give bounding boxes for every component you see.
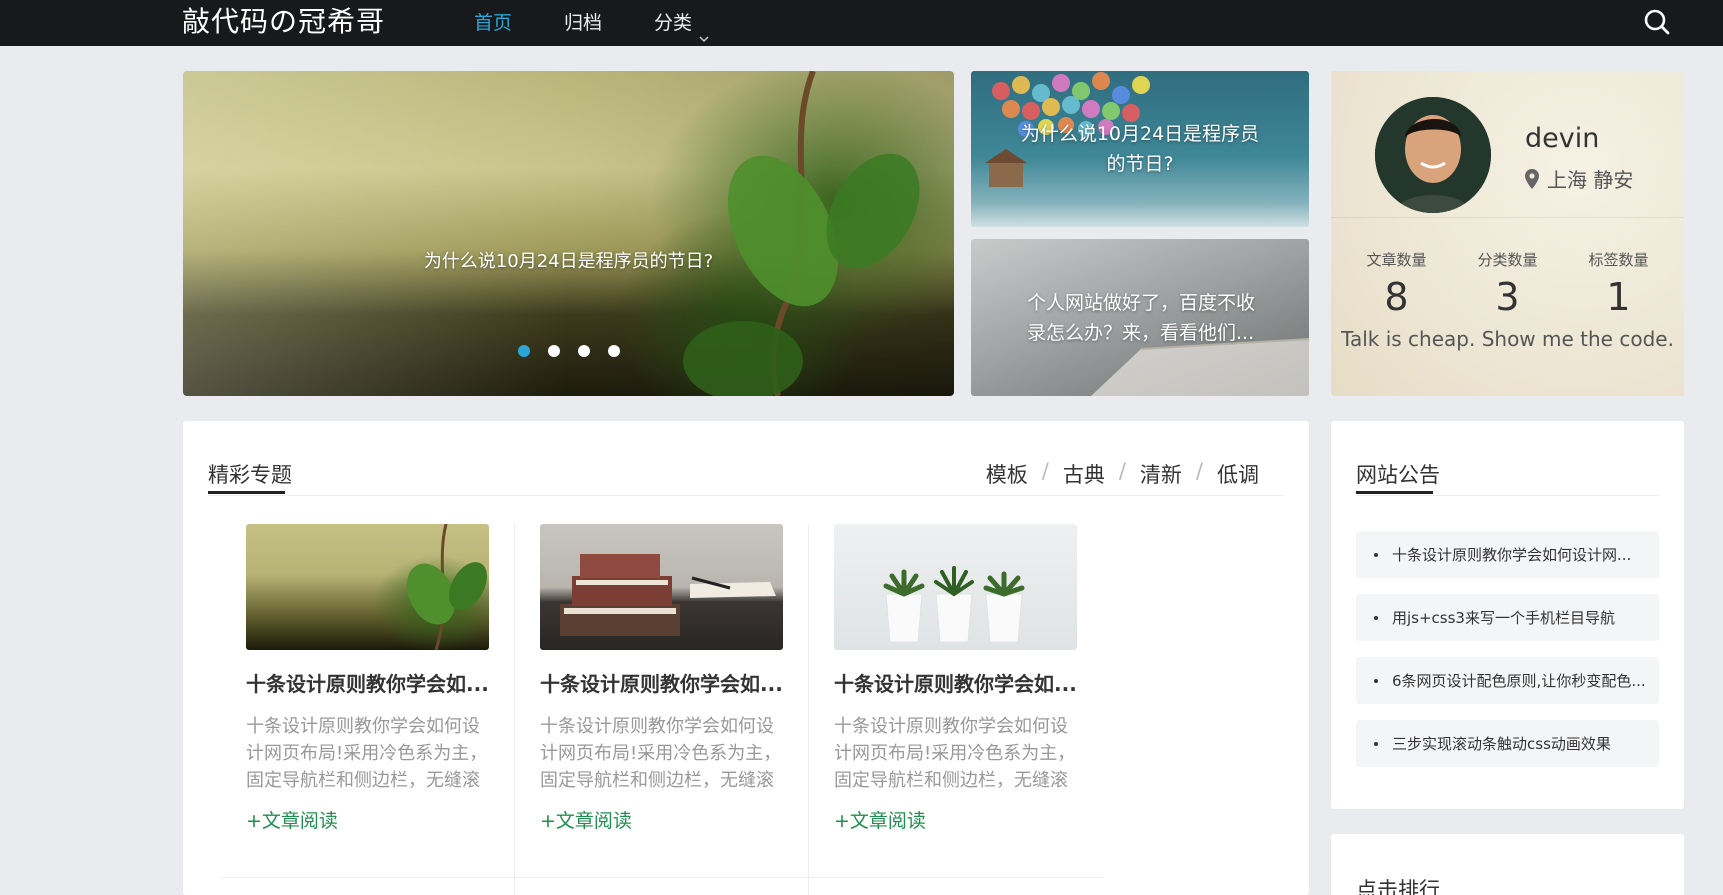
profile-location-text: 上海 静安 [1547, 168, 1634, 192]
article-card: 十条设计原则教你学会如... 十条设计原则教你学会如何设计网页布局!采用冷色系为… [809, 524, 1103, 895]
read-more-link[interactable]: +文章阅读 [246, 806, 489, 833]
section-title: 网站公告 [1356, 463, 1440, 487]
featured-cards: 十条设计原则教你学会如... 十条设计原则教你学会如何设计网页布局!采用冷色系为… [221, 524, 1103, 895]
tag-link[interactable]: 古典 [1063, 459, 1105, 489]
stat-label: 分类数量 [1477, 251, 1538, 269]
article-title[interactable]: 十条设计原则教你学会如... [834, 668, 1078, 697]
profile-location: 上海 静安 [1525, 164, 1633, 193]
section-title: 点击排行 [1356, 878, 1440, 895]
announcement-item[interactable]: 用js+css3来写一个手机栏目导航 [1356, 594, 1659, 641]
promo-card[interactable]: 为什么说10月24日是程序员的节日? [971, 71, 1309, 227]
nav-item-label: 分类 [654, 12, 693, 34]
nav-item-category[interactable]: 分类 [654, 0, 710, 46]
announcement-panel: 网站公告 十条设计原则教你学会如何设计网... 用js+css3来写一个手机栏目… [1331, 421, 1684, 809]
tag-link[interactable]: 模板 [986, 459, 1028, 489]
books-image [560, 554, 776, 636]
stat-label: 文章数量 [1366, 251, 1427, 269]
stat-articles[interactable]: 文章数量 8 [1347, 249, 1447, 318]
announcement-list: 十条设计原则教你学会如何设计网... 用js+css3来写一个手机栏目导航 6条… [1356, 531, 1659, 783]
stat-value: 8 [1384, 275, 1409, 319]
read-more-link[interactable]: +文章阅读 [540, 806, 783, 833]
plant-image [406, 524, 487, 650]
article-thumbnail[interactable] [246, 524, 489, 650]
chevron-down-icon [698, 17, 710, 43]
stat-categories[interactable]: 分类数量 3 [1458, 249, 1558, 318]
search-icon[interactable] [1642, 7, 1672, 37]
featured-tags: 模板 / 古典 / 清新 / 低调 [986, 459, 1259, 489]
tag-separator: / [1195, 459, 1203, 483]
article-title[interactable]: 十条设计原则教你学会如... [540, 668, 783, 697]
carousel-dot[interactable] [547, 345, 560, 357]
carousel-indicators [183, 345, 954, 357]
nav-item-label: 首页 [474, 12, 513, 34]
profile-motto: Talk is cheap. Show me the code. [1341, 327, 1674, 351]
article-card: 十条设计原则教你学会如... 十条设计原则教你学会如何设计网页布局!采用冷色系为… [221, 524, 515, 895]
tag-separator: / [1118, 459, 1126, 483]
stat-value: 3 [1495, 275, 1520, 319]
carousel-caption[interactable]: 为什么说10月24日是程序员的节日? [183, 247, 954, 273]
promo-caption[interactable]: 个人网站做好了，百度不收录怎么办？来，看看他们... [1027, 288, 1269, 348]
read-more-link[interactable]: +文章阅读 [834, 806, 1078, 833]
article-excerpt: 十条设计原则教你学会如何设计网页布局!采用冷色系为主，固定导航栏和侧边栏，无缝滚 [834, 716, 1076, 791]
top-navbar: 敲代码の冠希哥 首页 归档 分类 [0, 0, 1723, 46]
article-title[interactable]: 十条设计原则教你学会如... [246, 668, 489, 697]
divider [221, 877, 1103, 878]
section-title: 精彩专题 [208, 463, 292, 487]
bullet-icon [1374, 615, 1378, 620]
promo-card[interactable]: 个人网站做好了，百度不收录怎么办？来，看看他们... [971, 239, 1309, 396]
rank-panel: 点击排行 [1331, 834, 1684, 895]
profile-stats: 文章数量 8 分类数量 3 标签数量 1 [1331, 249, 1684, 318]
article-excerpt: 十条设计原则教你学会如何设计网页布局!采用冷色系为主，固定导航栏和侧边栏，无缝滚 [246, 716, 488, 791]
nav-item-label: 归档 [564, 12, 603, 34]
main-nav: 首页 归档 分类 [474, 0, 762, 46]
avatar[interactable] [1375, 97, 1491, 213]
profile-name: devin [1525, 123, 1600, 154]
bullet-icon [1374, 678, 1378, 683]
bullet-icon [1374, 741, 1378, 746]
announcement-item[interactable]: 十条设计原则教你学会如何设计网... [1356, 531, 1659, 578]
bullet-icon [1374, 552, 1378, 557]
tag-link[interactable]: 低调 [1217, 459, 1259, 489]
announcement-text: 十条设计原则教你学会如何设计网... [1392, 546, 1632, 564]
article-card: 十条设计原则教你学会如... 十条设计原则教你学会如何设计网页布局!采用冷色系为… [515, 524, 809, 895]
map-pin-icon [1525, 168, 1539, 189]
stat-tags[interactable]: 标签数量 1 [1569, 249, 1669, 318]
plants-image [883, 566, 1025, 643]
featured-panel: 精彩专题 模板 / 古典 / 清新 / 低调 十条设计原则教你学会如... 十条… [183, 421, 1309, 895]
announcement-text: 三步实现滚动条触动css动画效果 [1392, 735, 1611, 753]
announcement-text: 用js+css3来写一个手机栏目导航 [1392, 609, 1615, 627]
divider [1331, 217, 1684, 218]
article-excerpt: 十条设计原则教你学会如何设计网页布局!采用冷色系为主，固定导航栏和侧边栏，无缝滚 [540, 716, 782, 791]
nav-item-home[interactable]: 首页 [474, 0, 512, 46]
hero-carousel[interactable]: 为什么说10月24日是程序员的节日? [183, 71, 954, 396]
nav-item-archive[interactable]: 归档 [564, 0, 602, 46]
title-underline [1356, 491, 1433, 494]
profile-card: devin 上海 静安 文章数量 8 分类数量 3 标签数量 1 Talk is… [1331, 71, 1684, 396]
announcement-item[interactable]: 6条网页设计配色原则,让你秒变配色... [1356, 657, 1659, 704]
tag-link[interactable]: 清新 [1140, 459, 1182, 489]
stat-label: 标签数量 [1588, 251, 1649, 269]
article-thumbnail[interactable] [540, 524, 783, 650]
title-underline [208, 491, 285, 494]
carousel-dot[interactable] [517, 345, 530, 357]
tag-separator: / [1041, 459, 1049, 483]
stat-value: 1 [1606, 275, 1631, 319]
promo-caption[interactable]: 为什么说10月24日是程序员的节日? [1016, 119, 1264, 179]
announcement-item[interactable]: 三步实现滚动条触动css动画效果 [1356, 720, 1659, 767]
site-logo[interactable]: 敲代码の冠希哥 [182, 4, 385, 40]
carousel-dot[interactable] [577, 345, 590, 357]
article-thumbnail[interactable] [834, 524, 1077, 650]
divider [1356, 495, 1659, 496]
carousel-dot[interactable] [607, 345, 620, 357]
divider [208, 495, 1284, 496]
announcement-text: 6条网页设计配色原则,让你秒变配色... [1392, 672, 1646, 690]
